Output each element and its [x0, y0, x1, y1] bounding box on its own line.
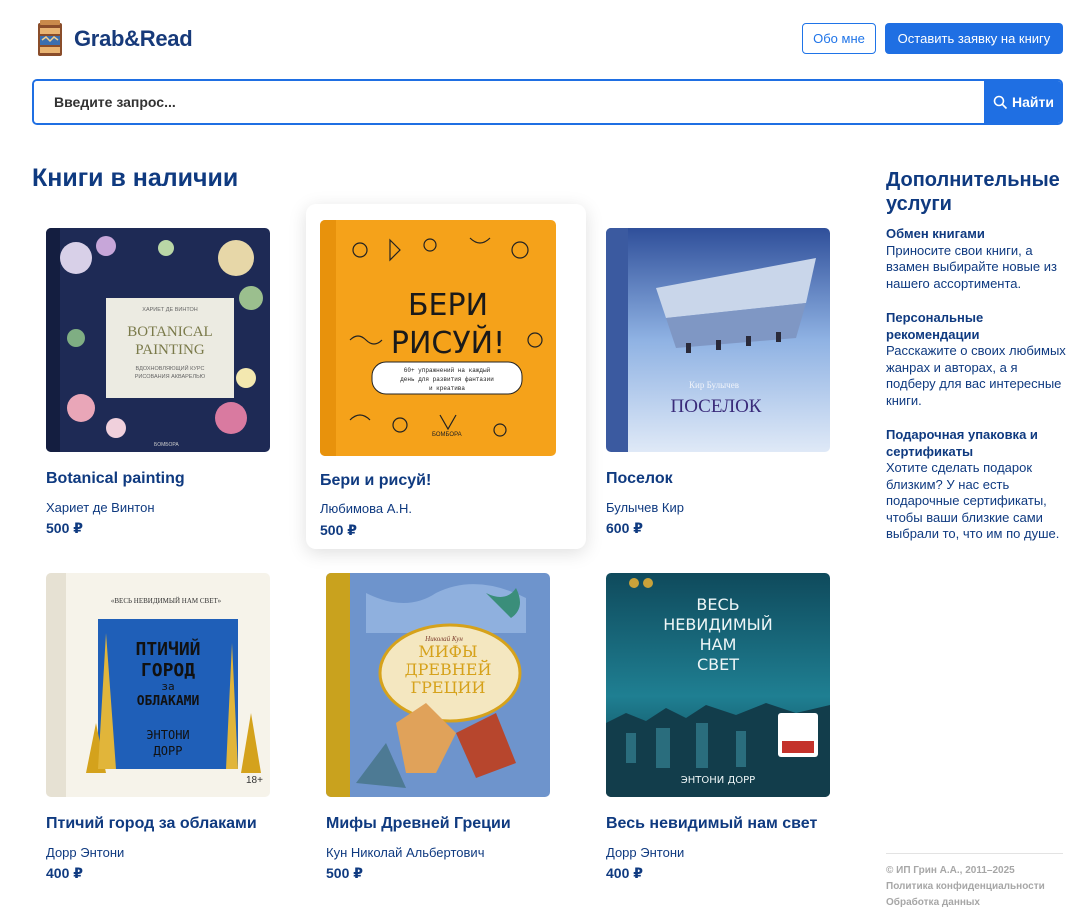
book-card[interactable]: Николай Кун МИФЫ ДРЕВНЕЙ ГРЕЦИИ Мифы Дре… — [312, 553, 592, 898]
book-title[interactable]: Botanical painting — [46, 470, 185, 488]
book-title[interactable]: Птичий город за облаками — [46, 815, 257, 833]
cover-title: за — [161, 680, 174, 693]
book-cover[interactable]: БЕРИ РИСУЙ! 60+ упражнений на каждый ден… — [320, 220, 556, 456]
about-button[interactable]: Обо мне — [802, 23, 876, 54]
cover-title: PAINTING — [135, 342, 205, 358]
search-button-label: Найти — [1012, 94, 1054, 110]
cover-title: ГРЕЦИИ — [411, 678, 486, 697]
book-card[interactable]: «ВЕСЬ НЕВИДИМЫЙ НАМ СВЕТ» ПТИЧИЙ ГОРОД з… — [32, 553, 312, 898]
cover-title: МИФЫ — [418, 642, 477, 661]
cover-title: НЕВИДИМЫЙ — [663, 615, 772, 634]
cover-title: РИСУЙ! — [391, 325, 505, 361]
privacy-link[interactable]: Политика конфиденциальности — [886, 879, 1063, 895]
cover-subtitle: 60+ упражнений на каждый — [404, 367, 491, 374]
data-processing-link[interactable]: Обработка данных — [886, 895, 1063, 911]
service-title: Подарочная упаковка и сертификаты — [886, 427, 1038, 459]
cover-title: ДРЕВНЕЙ — [405, 659, 492, 679]
book-card[interactable]: БЕРИ РИСУЙ! 60+ упражнений на каждый ден… — [306, 204, 586, 549]
search-button[interactable]: Найти — [984, 81, 1061, 123]
book-title[interactable]: Весь невидимый нам свет — [606, 815, 817, 833]
book-card[interactable]: Кир Булычев ПОСЕЛОК Поселок Булычев Кир … — [592, 208, 872, 553]
book-author: Кун Николай Альбертович — [326, 845, 485, 860]
services-title: Дополнительные услуги — [886, 169, 1060, 215]
search-bar: Найти — [32, 79, 1063, 125]
book-price: 500 ₽ — [320, 522, 357, 538]
book-cover[interactable]: ХАРИЕТ ДЕ ВИНТОН BOTANICAL PAINTING ВДОХ… — [46, 228, 270, 452]
search-icon — [993, 95, 1008, 110]
book-price: 400 ₽ — [606, 865, 643, 881]
book-cover[interactable]: «ВЕСЬ НЕВИДИМЫЙ НАМ СВЕТ» ПТИЧИЙ ГОРОД з… — [46, 573, 270, 797]
site-footer: © ИП Грин А.А., 2011–2025 Политика конфи… — [886, 853, 1063, 911]
book-price: 500 ₽ — [326, 865, 363, 881]
service-item: Подарочная упаковка и сертификаты Хотите… — [886, 427, 1066, 543]
request-book-button[interactable]: Оставить заявку на книгу — [885, 23, 1063, 54]
service-item: Обмен книгами Приносите свои книги, а вз… — [886, 226, 1066, 292]
cover-subtitle: день для развития фантазии — [400, 376, 494, 383]
book-author: Любимова А.Н. — [320, 501, 413, 516]
cover-subtitle: РИСОВАНИЯ АКВАРЕЛЬЮ — [135, 374, 206, 380]
cover-title: СВЕТ — [697, 655, 739, 674]
service-text: Хотите сделать подарок близким? У нас ес… — [886, 460, 1060, 541]
cover-title: ГОРОД — [141, 660, 195, 681]
cover-subtitle: и креатива — [429, 385, 465, 392]
book-price: 500 ₽ — [46, 520, 83, 536]
cover-title: ВЕСЬ — [696, 595, 739, 614]
cover-publisher: БОМБОРА — [432, 432, 462, 438]
book-author: Булычев Кир — [606, 500, 684, 515]
book-cover[interactable]: Николай Кун МИФЫ ДРЕВНЕЙ ГРЕЦИИ — [326, 573, 550, 797]
cover-title: ПТИЧИЙ — [135, 638, 200, 660]
cover-tagline: «ВЕСЬ НЕВИДИМЫЙ НАМ СВЕТ» — [111, 597, 222, 605]
cover-subtitle: ВДОХНОВЛЯЮЩИЙ КУРС — [136, 364, 205, 372]
book-cover[interactable]: ВЕСЬ НЕВИДИМЫЙ НАМ СВЕТ ЭНТОНИ ДОРР — [606, 573, 830, 797]
services-sidebar: Дополнительные услуги Обмен книгами Прин… — [886, 168, 1066, 543]
cover-title: BOTANICAL — [127, 324, 212, 340]
brand-name[interactable]: Grab&Read — [74, 26, 193, 52]
cover-age-rating: 18+ — [246, 775, 263, 786]
service-title: Персональные рекомендации — [886, 310, 984, 342]
cover-author: Кир Булычев — [689, 380, 739, 390]
book-cover[interactable]: Кир Булычев ПОСЕЛОК — [606, 228, 830, 452]
book-price: 600 ₽ — [606, 520, 643, 536]
cover-title: НАМ — [700, 635, 737, 654]
book-title[interactable]: Бери и рисуй! — [320, 472, 431, 490]
book-author: Дорр Энтони — [606, 845, 685, 860]
book-card[interactable]: ХАРИЕТ ДЕ ВИНТОН BOTANICAL PAINTING ВДОХ… — [32, 208, 312, 553]
service-text: Расскажите о своих любимых жанрах и авто… — [886, 343, 1066, 408]
cover-author: ХАРИЕТ ДЕ ВИНТОН — [142, 307, 197, 313]
service-text: Приносите свои книги, а взамен выбирайте… — [886, 242, 1057, 291]
book-author: Хариет де Винтон — [46, 500, 155, 515]
site-header: Grab&Read Обо мне Оставить заявку на кни… — [32, 20, 1063, 58]
service-title: Обмен книгами — [886, 226, 985, 241]
catalog-title: Книги в наличии — [32, 164, 239, 192]
cover-title: БЕРИ — [408, 288, 488, 323]
cover-title: ОБЛАКАМИ — [137, 694, 200, 709]
book-title[interactable]: Мифы Древней Греции — [326, 815, 511, 833]
books-logo-icon[interactable] — [36, 20, 64, 57]
cover-author: ДОРР — [154, 744, 183, 758]
service-item: Персональные рекомендации Расскажите о с… — [886, 310, 1066, 409]
cover-author: ЭНТОНИ ДОРР — [681, 775, 755, 786]
book-price: 400 ₽ — [46, 865, 83, 881]
book-title[interactable]: Поселок — [606, 470, 673, 488]
book-author: Дорр Энтони — [46, 845, 125, 860]
cover-author: ЭНТОНИ — [146, 728, 189, 742]
copyright: © ИП Грин А.А., 2011–2025 — [886, 865, 1015, 876]
book-card[interactable]: ВЕСЬ НЕВИДИМЫЙ НАМ СВЕТ ЭНТОНИ ДОРР Весь… — [592, 553, 872, 898]
search-input[interactable] — [34, 81, 984, 123]
cover-title: ПОСЕЛОК — [671, 396, 762, 417]
cover-publisher: БОМБОРА — [154, 442, 179, 448]
